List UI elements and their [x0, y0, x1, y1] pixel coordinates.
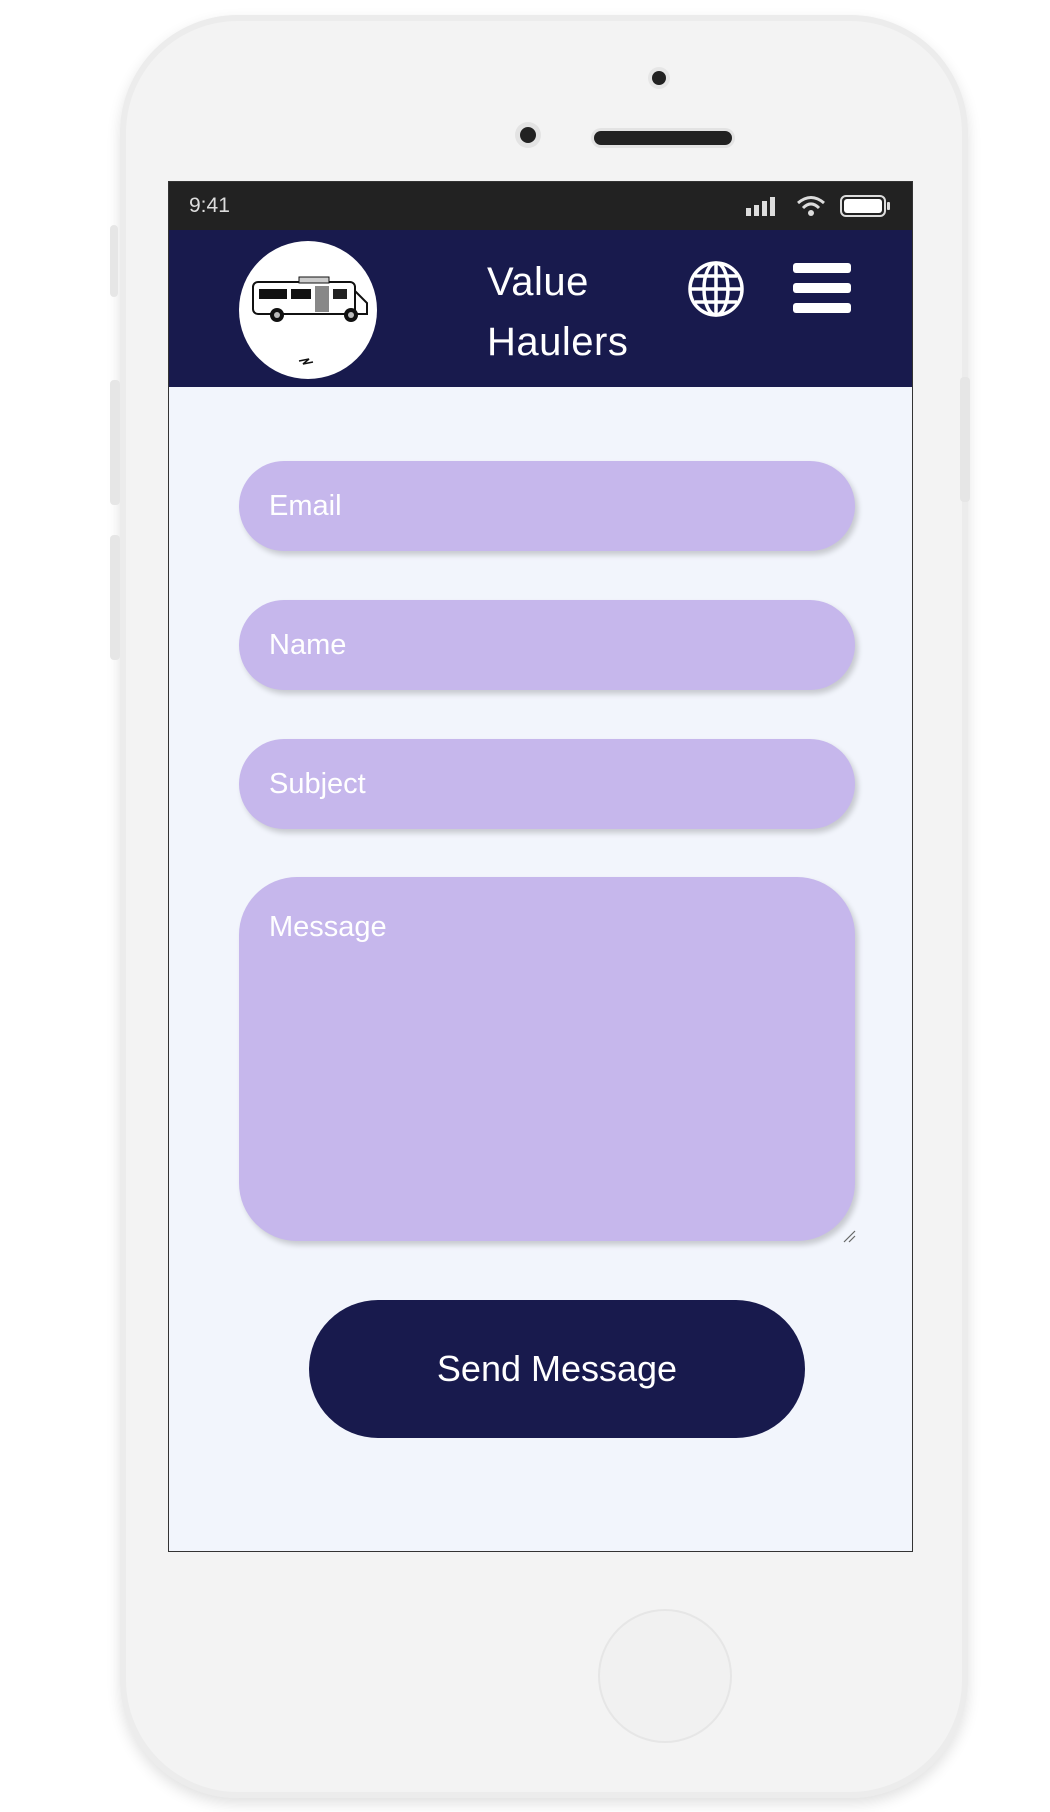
- name-input[interactable]: Name: [239, 600, 855, 690]
- name-placeholder: Name: [269, 628, 347, 661]
- hamburger-menu-icon[interactable]: [793, 263, 851, 313]
- message-textarea[interactable]: Message: [239, 877, 855, 1241]
- volume-up-button: [110, 380, 120, 505]
- phone-screen: 9:41 Value Haulers Email Name Subject Me…: [168, 181, 913, 1552]
- brand-line-1: Value: [487, 260, 589, 304]
- brand-title: Value Haulers: [487, 252, 687, 372]
- subject-input[interactable]: Subject: [239, 739, 855, 829]
- power-button: [960, 377, 970, 502]
- volume-down-button: [110, 535, 120, 660]
- earpiece-speaker: [594, 131, 732, 145]
- send-message-label: Send Message: [436, 1348, 678, 1389]
- email-input[interactable]: Email: [239, 461, 855, 551]
- van-icon: [252, 276, 368, 365]
- send-message-button[interactable]: Send Message: [309, 1300, 805, 1438]
- status-bar: 9:41: [169, 182, 912, 230]
- subject-placeholder: Subject: [269, 767, 366, 800]
- proximity-sensor: [652, 71, 666, 85]
- mute-switch: [110, 225, 118, 297]
- status-time: 9:41: [189, 194, 230, 217]
- globe-icon[interactable]: [687, 260, 745, 318]
- navbar: Value Haulers: [169, 230, 912, 387]
- message-placeholder: Message: [269, 911, 387, 943]
- battery-icon: [840, 195, 890, 217]
- van-logo[interactable]: [239, 241, 377, 379]
- wifi-icon: [797, 196, 825, 216]
- cellular-signal-icon: [746, 197, 775, 216]
- resize-grip-icon[interactable]: [842, 1229, 856, 1243]
- home-button[interactable]: [598, 1609, 732, 1743]
- email-placeholder: Email: [269, 489, 342, 522]
- front-camera: [520, 127, 536, 143]
- brand-line-2: Haulers: [487, 320, 629, 364]
